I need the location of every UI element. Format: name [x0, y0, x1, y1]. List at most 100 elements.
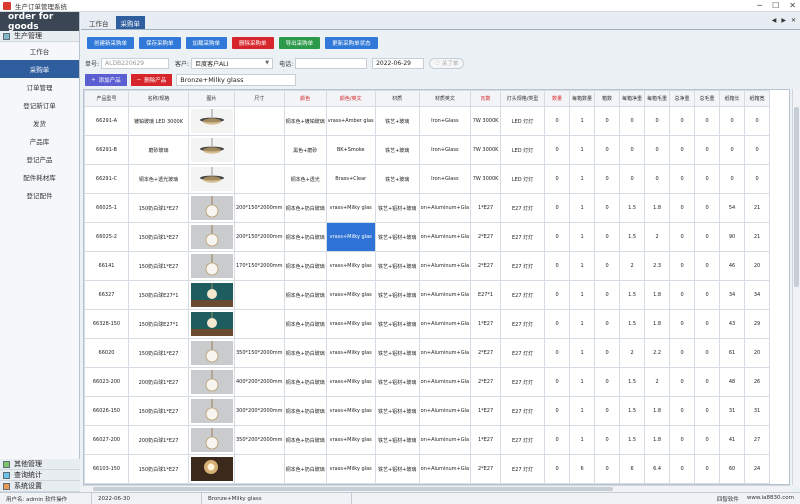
group-production[interactable]: 生产管理 [0, 31, 79, 42]
table-cell[interactable]: 铜本色+奶白玻璃 [283, 193, 327, 223]
product-image-cell[interactable] [188, 280, 235, 310]
table-cell[interactable]: 24 [744, 454, 771, 484]
table-cell[interactable]: vrass+Milky glas [325, 454, 376, 484]
column-header[interactable]: 箱数 [594, 90, 621, 107]
table-cell[interactable]: 1.5 [619, 309, 646, 339]
table-cell[interactable] [234, 454, 285, 484]
column-header[interactable]: 纸箱宽 [744, 90, 771, 107]
sidebar-item-new-order[interactable]: 登记新订单 [0, 96, 79, 114]
table-cell[interactable]: 0 [594, 367, 621, 397]
sidebar-item-new-product[interactable]: 登记产品 [0, 150, 79, 168]
table-cell[interactable]: 0 [544, 222, 571, 252]
table-cell[interactable]: 铁艺+铝材+玻璃 [374, 367, 420, 397]
table-cell[interactable]: 0 [694, 454, 721, 484]
table-cell[interactable]: 0 [544, 106, 571, 136]
order-no-input[interactable]: ALDB220629 [101, 57, 170, 69]
table-cell[interactable]: 0 [694, 164, 721, 194]
table-cell[interactable]: 1 [569, 367, 596, 397]
table-cell[interactable]: 1 [569, 135, 596, 165]
column-header[interactable]: 总净重 [669, 90, 696, 107]
table-cell[interactable]: 0 [719, 135, 746, 165]
table-cell[interactable]: 27 [744, 425, 771, 455]
column-header[interactable]: 材质英文 [418, 90, 472, 107]
table-cell[interactable]: 0 [594, 454, 621, 484]
group-settings[interactable]: 系统设置 [0, 481, 80, 492]
tab-next-icon[interactable]: ▶ [781, 17, 786, 24]
table-cell[interactable]: 0 [669, 222, 696, 252]
table-cell[interactable] [234, 309, 285, 339]
table-cell[interactable]: vrass+Milky glas [325, 367, 376, 397]
column-header[interactable]: 产品型号 [84, 90, 129, 107]
table-cell[interactable]: 0 [669, 251, 696, 281]
table-cell[interactable]: 300*200*2000mm [234, 396, 285, 426]
table-cell[interactable]: on+Aluminum+Gla [418, 396, 472, 426]
column-header[interactable]: 颜色/英文 [325, 90, 376, 107]
table-cell[interactable]: 1 [569, 222, 596, 252]
table-row[interactable]: 66025-2 150奶白球1*E27 200*150*2000mm 铜本色+奶白玻璃… [84, 222, 771, 252]
table-cell[interactable]: 2.2 [644, 338, 671, 368]
table-cell[interactable]: 铁艺+铝材+玻璃 [374, 193, 420, 223]
product-image-cell[interactable] [188, 251, 235, 281]
table-cell[interactable]: E27 灯灯 [500, 454, 546, 484]
table-cell[interactable]: 1 [569, 338, 596, 368]
table-cell[interactable]: Iron+Glass [418, 135, 472, 165]
column-header[interactable]: 数量 [544, 90, 571, 107]
table-cell[interactable]: 0 [644, 135, 671, 165]
table-cell[interactable]: 150奶白球E27*1 [128, 280, 189, 310]
table-cell[interactable]: 66103-150 [84, 454, 129, 484]
column-header[interactable]: 总毛重 [694, 90, 721, 107]
table-cell[interactable]: E27 灯灯 [500, 280, 546, 310]
table-cell[interactable]: 60 [719, 454, 746, 484]
sidebar-item-new-part[interactable]: 登记配件 [0, 186, 79, 204]
table-cell[interactable]: on+Aluminum+Gla [418, 222, 472, 252]
table-cell[interactable]: 铜本色+奶白玻璃 [283, 425, 327, 455]
sidebar-item-workbench[interactable]: 工作台 [0, 42, 79, 60]
table-cell[interactable]: 铁艺+铝材+玻璃 [374, 222, 420, 252]
table-row[interactable]: 66327 150奶白球E27*1 铜本色+奶白玻璃 vrass+Milky glas… [84, 280, 771, 310]
table-cell[interactable]: 1.5 [619, 222, 646, 252]
table-cell[interactable] [234, 280, 285, 310]
table-cell[interactable]: 2*E27 [470, 251, 502, 281]
column-header[interactable]: 每箱净重 [619, 90, 646, 107]
table-cell[interactable]: 31 [744, 396, 771, 426]
table-cell[interactable]: 1 [569, 193, 596, 223]
table-cell[interactable]: 0 [694, 425, 721, 455]
table-cell[interactable]: 150奶白球1*E27 [128, 454, 189, 484]
table-cell[interactable]: 0 [594, 338, 621, 368]
table-cell[interactable]: 铜本色+奶白玻璃 [283, 251, 327, 281]
table-cell[interactable]: 66027-200 [84, 425, 129, 455]
table-cell[interactable]: 66026-150 [84, 396, 129, 426]
table-cell[interactable]: 1.8 [644, 425, 671, 455]
column-header[interactable]: 尺寸 [234, 90, 285, 107]
table-cell[interactable]: vrass+Milky glas [325, 425, 376, 455]
close-order-button[interactable]: ◌ 关了单 [429, 57, 465, 69]
create-order-button[interactable]: 创建新采购单 [87, 37, 135, 49]
table-cell[interactable]: E27 灯灯 [500, 367, 546, 397]
table-cell[interactable]: 66025-2 [84, 222, 129, 252]
table-cell[interactable]: 铁艺+铝材+玻璃 [374, 425, 420, 455]
table-cell[interactable]: 0 [594, 222, 621, 252]
table-cell[interactable]: 7W 3000K [470, 135, 502, 165]
table-row[interactable]: 66291-C 铜本色+透光玻璃 铜本色+透光 Brass+Clear 铁艺+玻璃 Iro… [84, 164, 771, 194]
table-cell[interactable]: 2*E27 [470, 222, 502, 252]
table-cell[interactable]: 66020 [84, 338, 129, 368]
sidebar-item-parts[interactable]: 配件耗材库 [0, 168, 79, 186]
table-cell[interactable]: 150奶白球1*E27 [128, 222, 189, 252]
table-cell[interactable]: 0 [594, 396, 621, 426]
table-cell[interactable]: 0 [669, 164, 696, 194]
table-cell[interactable]: 0 [694, 280, 721, 310]
load-order-button[interactable]: 加载采购单 [185, 37, 228, 49]
table-cell[interactable]: 0 [669, 193, 696, 223]
table-cell[interactable]: 铁艺+玻璃 [374, 164, 420, 194]
save-order-button[interactable]: 保存采购单 [139, 37, 181, 49]
column-header[interactable]: 纸箱长 [719, 90, 746, 107]
table-cell[interactable]: 铜本色+镀铂玻璃 [283, 106, 327, 136]
table-cell[interactable]: 0 [594, 425, 621, 455]
table-cell[interactable]: 铜本色+奶白玻璃 [283, 367, 327, 397]
table-cell[interactable]: BK+Smoke [325, 135, 376, 165]
table-cell[interactable]: 铜本色+奶白玻璃 [283, 396, 327, 426]
table-cell[interactable]: 1*E27 [470, 309, 502, 339]
table-cell[interactable]: 0 [694, 338, 721, 368]
table-cell[interactable]: 0 [594, 193, 621, 223]
table-cell[interactable]: 铁艺+铝材+玻璃 [374, 280, 420, 310]
